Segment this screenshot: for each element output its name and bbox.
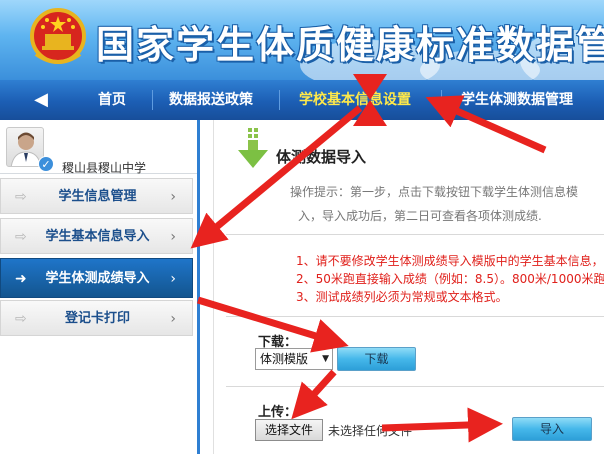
sidebar-item-label: 学生体测成绩导入 xyxy=(45,271,150,286)
warning-line: 3、测试成绩列必须为常规或文本格式。 xyxy=(296,290,508,304)
sidebar-item-label: 学生基本信息导入 xyxy=(45,229,150,244)
caret-down-icon: ▼ xyxy=(322,354,329,364)
page-title: 体测数据导入 xyxy=(276,148,367,166)
nav-item-test-data[interactable]: 学生体测数据管理 xyxy=(461,80,573,120)
operation-tip-line2: 入，导入成功后，第二日可查看各项体测成绩. xyxy=(298,209,542,223)
download-arrow-icon xyxy=(238,128,268,168)
section-divider xyxy=(226,234,604,235)
warning-line: 1、请不要修改学生体测成绩导入模版中的学生基本信息，否 xyxy=(296,254,604,268)
sidebar-item-label: 学生信息管理 xyxy=(58,189,137,204)
site-title: 国家学生体质健康标准数据管 xyxy=(96,22,604,67)
site-header: 国家学生体质健康标准数据管 xyxy=(0,0,604,80)
user-info: ✓ 稷山县稷山中学 xyxy=(0,120,197,175)
nav-divider xyxy=(441,90,442,110)
triangle-left-icon[interactable]: ◀ xyxy=(30,88,52,112)
file-status: 未选择任何文件 xyxy=(328,424,413,438)
chevron-right-icon: › xyxy=(170,189,176,205)
sidebar: ✓ 稷山县稷山中学 ⇨ 学生信息管理 › ⇨ 学生基本信息导入 › ➜ 学生体测… xyxy=(0,120,200,454)
template-select-value: 体测模版 xyxy=(260,352,309,366)
sidebar-item-card-print[interactable]: ⇨ 登记卡打印 › xyxy=(0,300,193,336)
chevron-right-icon: › xyxy=(170,271,176,287)
nav-divider xyxy=(279,90,280,110)
nav-item-policy[interactable]: 数据报送政策 xyxy=(169,80,253,120)
upload-label: 上传： xyxy=(258,405,298,420)
nav-item-home[interactable]: 首页 xyxy=(98,80,126,120)
sidebar-item-label: 登记卡打印 xyxy=(64,311,130,326)
import-button[interactable]: 导入 xyxy=(512,417,592,441)
choose-file-button[interactable]: 选择文件 xyxy=(255,419,323,441)
verified-check-icon: ✓ xyxy=(38,156,54,172)
nav-item-school-settings[interactable]: 学校基本信息设置 xyxy=(299,80,411,120)
operation-tip: 操作提示：第一步，点击下载按钮下载学生体测信息模 xyxy=(290,185,579,199)
template-select[interactable]: 体测模版 ▼ xyxy=(255,348,333,370)
sidebar-item-score-import[interactable]: ➜ 学生体测成绩导入 › xyxy=(0,258,193,298)
sidebar-item-student-info[interactable]: ⇨ 学生信息管理 › xyxy=(0,178,193,214)
national-emblem-icon xyxy=(30,8,86,64)
chevron-right-icon: › xyxy=(170,311,176,327)
warning-line: 2、50米跑直接输入成绩（例如：8.5）。800米/1000米跑 xyxy=(296,272,604,286)
section-divider xyxy=(226,386,604,387)
nav-divider xyxy=(152,90,153,110)
school-name: 稷山县稷山中学 xyxy=(62,161,147,175)
top-nav: ◀ 首页 数据报送政策 学校基本信息设置 学生体测数据管理 xyxy=(0,80,604,120)
chevron-right-icon: › xyxy=(170,229,176,245)
main-content: 体测数据导入 操作提示：第一步，点击下载按钮下载学生体测信息模 入，导入成功后，… xyxy=(213,120,604,454)
section-divider xyxy=(226,316,604,317)
sidebar-item-basic-info-import[interactable]: ⇨ 学生基本信息导入 › xyxy=(0,218,193,254)
download-button[interactable]: 下载 xyxy=(337,347,416,371)
